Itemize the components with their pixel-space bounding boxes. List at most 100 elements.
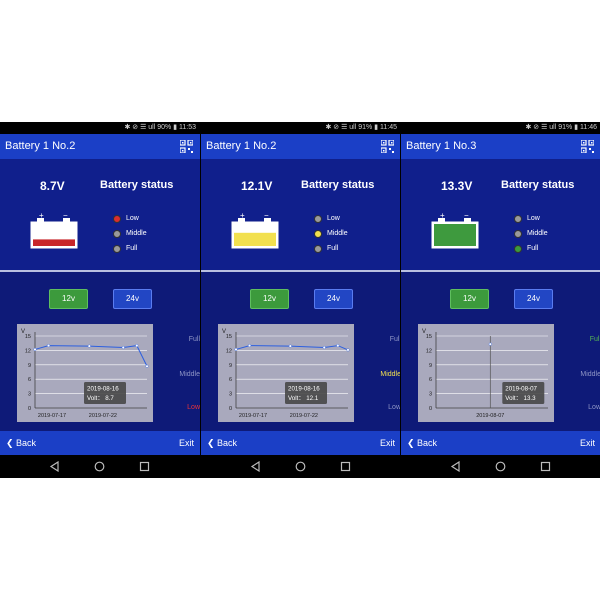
y-tick-label: 15 [226, 334, 232, 340]
bottom-bar: ❮ Back Exit [401, 431, 600, 455]
zone-label-low: Low [187, 404, 200, 411]
data-point [135, 344, 139, 348]
zone-label-middle: Middle [380, 371, 401, 378]
status-bar: ✱ ⊘ ☰ ull 91% ▮ 11:45 [201, 122, 401, 134]
back-button[interactable]: ❮ Back [207, 431, 237, 455]
voltage-chart[interactable]: 0 3 6 9 12 15V 2019-07-17 2019-07-22 2019-08-16 V… [218, 324, 354, 422]
data-point [322, 346, 326, 350]
zone-label-middle: Middle [179, 371, 200, 378]
chart-background [418, 324, 554, 422]
legend-label-low: Low [327, 215, 340, 222]
tooltip-date: 2019-08-16 [87, 386, 119, 393]
data-point [121, 346, 125, 350]
legend-middle: Middle [514, 229, 594, 241]
12v-button[interactable]: 12v [250, 289, 289, 309]
status-bar: ✱ ⊘ ☰ ull 91% ▮ 11:46 [401, 122, 600, 134]
y-tick-label: 9 [429, 363, 432, 369]
x-tick-label: 2019-07-22 [89, 413, 117, 419]
exit-button[interactable]: Exit [580, 431, 595, 455]
24v-button[interactable]: 24v [514, 289, 553, 309]
square-recent-icon[interactable] [340, 461, 351, 472]
app-bar: Battery 1 No.3 [401, 134, 600, 159]
phone-screen-3: ✱ ⊘ ☰ ull 91% ▮ 11:46 Battery 1 No.3 13.… [401, 122, 600, 478]
status-dot-full [314, 245, 322, 253]
legend-label-low: Low [126, 215, 139, 222]
page-title: Battery 1 No.2 [5, 140, 76, 152]
legend-label-low: Low [527, 215, 540, 222]
y-tick-label: 12 [426, 348, 432, 354]
24v-button[interactable]: 24v [113, 289, 152, 309]
status-dot-low [113, 215, 121, 223]
android-nav-bar [201, 455, 401, 478]
triangle-back-icon[interactable] [49, 461, 60, 472]
status-dot-middle [514, 230, 522, 238]
tooltip-volt: Volt： 8.7 [87, 395, 114, 402]
voltage-readout: 8.7V [40, 179, 65, 193]
voltage-chart[interactable]: 0 3 6 9 12 15V 2019-07-17 2019-07-22 2019-08-16 V… [17, 324, 153, 422]
qr-code-icon[interactable] [381, 140, 394, 153]
battery-status-panel: 13.3V Battery status + − Low Middle Full [401, 159, 600, 270]
data-point [488, 342, 492, 346]
qr-code-icon[interactable] [180, 140, 193, 153]
x-tick-label: 2019-07-17 [38, 413, 66, 419]
data-point [336, 344, 340, 348]
chevron-left-icon: ❮ [407, 438, 418, 448]
y-axis-label: V [21, 329, 25, 335]
y-tick-label: 3 [229, 392, 232, 398]
triangle-back-icon[interactable] [250, 461, 261, 472]
y-tick-label: 6 [429, 377, 432, 383]
y-tick-label: 0 [429, 406, 432, 412]
x-tick-label: 2019-07-17 [239, 413, 267, 419]
qr-code-icon[interactable] [581, 140, 594, 153]
y-tick-label: 3 [28, 392, 31, 398]
android-nav-bar [0, 455, 200, 478]
back-label: Back [217, 438, 238, 448]
battery-status-title: Battery status [301, 179, 375, 191]
y-tick-label: 12 [25, 348, 31, 354]
exit-button[interactable]: Exit [179, 431, 194, 455]
legend-middle: Middle [113, 229, 193, 241]
zone-label-full: Full [589, 336, 600, 343]
y-tick-label: 0 [229, 406, 232, 412]
back-button[interactable]: ❮ Back [407, 431, 437, 455]
square-recent-icon[interactable] [139, 461, 150, 472]
zone-label-low: Low [588, 404, 600, 411]
data-point [145, 364, 149, 368]
voltage-chart[interactable]: 0 3 6 9 12 15V 2019-08-07 2019-08-07 Volt： 13.3 [418, 324, 554, 422]
y-axis-label: V [422, 329, 426, 335]
y-axis-label: V [222, 329, 226, 335]
phone-screen-2: ✱ ⊘ ☰ ull 91% ▮ 11:45 Battery 1 No.2 12.… [201, 122, 401, 478]
circle-home-icon[interactable] [295, 461, 306, 472]
data-point [47, 344, 51, 348]
divider [0, 270, 200, 272]
tooltip-volt: Volt： 12.1 [288, 395, 319, 402]
battery-icon: + − [231, 211, 279, 249]
data-point [87, 344, 91, 348]
y-tick-label: 6 [28, 377, 31, 383]
divider [401, 270, 600, 272]
battery-icon: + − [431, 211, 479, 249]
circle-home-icon[interactable] [495, 461, 506, 472]
status-dot-middle [113, 230, 121, 238]
y-tick-label: 15 [426, 334, 432, 340]
triangle-back-icon[interactable] [450, 461, 461, 472]
24v-button[interactable]: 24v [314, 289, 353, 309]
exit-button[interactable]: Exit [380, 431, 395, 455]
legend-middle: Middle [314, 229, 394, 241]
legend-full: Full [113, 244, 193, 256]
circle-home-icon[interactable] [94, 461, 105, 472]
12v-button[interactable]: 12v [49, 289, 88, 309]
bottom-bar: ❮ Back Exit [0, 431, 200, 455]
data-point [288, 344, 292, 348]
status-dot-full [514, 245, 522, 253]
square-recent-icon[interactable] [540, 461, 551, 472]
battery-status-panel: 8.7V Battery status + − Low Middle Full [0, 159, 200, 270]
app-bar: Battery 1 No.2 [201, 134, 401, 159]
y-tick-label: 15 [25, 334, 31, 340]
battery-status-panel: 12.1V Battery status + − Low Middle Full [201, 159, 401, 270]
status-dot-low [514, 215, 522, 223]
back-button[interactable]: ❮ Back [6, 431, 36, 455]
12v-button[interactable]: 12v [450, 289, 489, 309]
data-point [346, 348, 350, 352]
voltage-readout: 13.3V [441, 179, 473, 193]
